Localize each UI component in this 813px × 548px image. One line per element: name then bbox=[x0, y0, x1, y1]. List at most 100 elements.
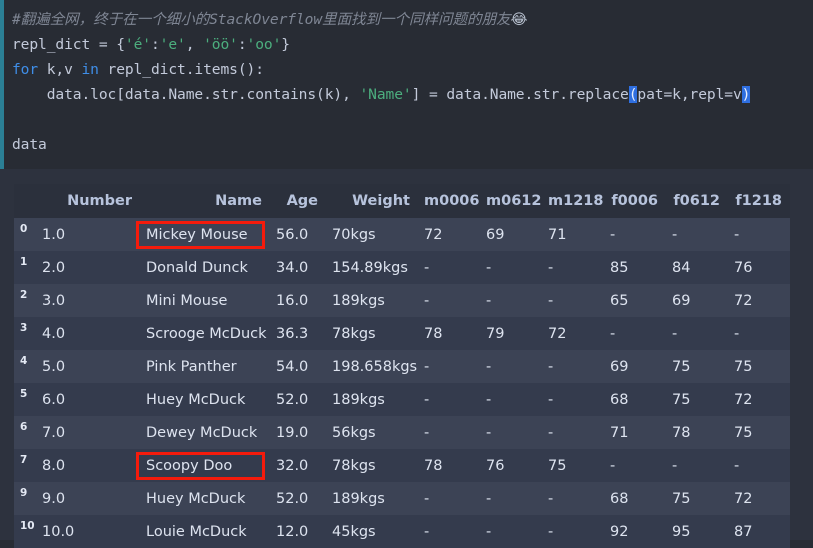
column-header-f0006: f0006 bbox=[611, 193, 658, 209]
column-header-m1218: m1218 bbox=[548, 193, 604, 209]
cell-f0612: - bbox=[672, 457, 678, 474]
table-row: 3 4.0 Scrooge McDuck 36.3 78kgs 78 79 72 - - - bbox=[14, 317, 790, 350]
cell-f0612: 75 bbox=[672, 391, 691, 408]
cell-m0612: - bbox=[486, 259, 492, 276]
cell-age: 34.0 bbox=[276, 259, 309, 276]
notebook-code-cell[interactable]: #翻遍全网，终于在一个细小的StackOverflow里面找到一个同样问题的朋友… bbox=[0, 0, 813, 169]
cell-f1218: 75 bbox=[734, 358, 753, 375]
row-index-cell: 0 bbox=[20, 223, 28, 235]
cell-number: 5.0 bbox=[42, 358, 66, 375]
code-token-string: 'e' bbox=[159, 36, 186, 53]
cell-name: Huey McDuck bbox=[146, 391, 246, 408]
cell-f1218: - bbox=[734, 226, 740, 243]
cell-name-highlighted: Scoopy Doo bbox=[136, 449, 270, 482]
cell-f0612: 75 bbox=[672, 490, 691, 507]
row-index-cell: 10 bbox=[20, 520, 35, 532]
cell-m0006: - bbox=[424, 259, 430, 276]
cell-weight: 189kgs bbox=[332, 391, 385, 408]
cell-f1218: 72 bbox=[734, 490, 753, 507]
cell-age: 56.0 bbox=[276, 226, 309, 243]
cell-f0612: - bbox=[672, 325, 678, 342]
code-token-plain: k,v bbox=[38, 61, 82, 78]
table-row: 2 3.0 Mini Mouse 16.0 189kgs - - - 65 69 72 bbox=[14, 284, 790, 317]
row-index-cell: 5 bbox=[20, 388, 28, 400]
cell-weight: 189kgs bbox=[332, 490, 385, 507]
cell-m1218: 72 bbox=[548, 325, 567, 342]
cell-m0006: - bbox=[424, 523, 430, 540]
cell-number: 3.0 bbox=[42, 292, 66, 309]
cell-m1218: 75 bbox=[548, 457, 567, 474]
cell-weight: 154.89kgs bbox=[332, 259, 408, 276]
cell-m1218: 71 bbox=[548, 226, 567, 243]
cell-m0006: 78 bbox=[424, 325, 443, 342]
cell-weight: 56kgs bbox=[332, 424, 376, 441]
table-row: 4 5.0 Pink Panther 54.0 198.658kgs - - -69 75 75 bbox=[14, 350, 790, 383]
line-repl-dict[interactable]: repl_dict = {'é':'e', 'öö':'oo'} bbox=[12, 32, 813, 57]
dataframe-table: Number Name Age Weight m0006 m0612 m1218 f0006 f… bbox=[14, 184, 790, 548]
line-data[interactable]: data bbox=[12, 132, 813, 157]
table-row: 0 1.0 Mickey Mouse 56.0 70kgs 72 69 71 - - - bbox=[14, 218, 790, 251]
cell-age: 32.0 bbox=[276, 457, 309, 474]
cell-m0612: - bbox=[486, 292, 492, 309]
cell-m1218: - bbox=[548, 523, 554, 540]
cell-number: 1.0 bbox=[42, 226, 66, 243]
cell-f0612: 75 bbox=[672, 358, 691, 375]
cell-f0612: - bbox=[672, 226, 678, 243]
line-blank[interactable] bbox=[12, 107, 813, 132]
cell-weight: 78kgs bbox=[332, 457, 376, 474]
cell-m0006: 72 bbox=[424, 226, 443, 243]
cell-m0612: - bbox=[486, 358, 492, 375]
cell-number: 10.0 bbox=[42, 523, 75, 540]
cell-f0006: 69 bbox=[610, 358, 629, 375]
table-row: 7 8.0 Scoopy Doo 32.0 78kgs 78 76 75 - - - bbox=[14, 449, 790, 482]
column-header-f1218: f1218 bbox=[735, 193, 782, 209]
cell-m0612: 79 bbox=[486, 325, 505, 342]
table-body: 0 1.0 Mickey Mouse 56.0 70kgs 72 69 71- - -1 2.0 Do… bbox=[14, 218, 790, 548]
table-row: 9 9.0 Huey McDuck 52.0 189kgs - - - 68 75 72 bbox=[14, 482, 790, 515]
code-token-string: 'oo' bbox=[246, 36, 282, 53]
row-index-cell: 3 bbox=[20, 322, 28, 334]
column-header-m0612: m0612 bbox=[486, 193, 542, 209]
table-row: 6 7.0 Dewey McDuck 19.0 56kgs - - - 71 78 75 bbox=[14, 416, 790, 449]
code-cell-accent-bar bbox=[0, 0, 4, 169]
code-token-plain: pat=k,repl=v bbox=[637, 86, 742, 103]
code-token-plain: data.loc[data.Name.str.contains(k), bbox=[12, 86, 360, 103]
cell-f0006: - bbox=[610, 457, 616, 474]
cell-f0006: 68 bbox=[610, 490, 629, 507]
cell-weight: 45kgs bbox=[332, 523, 376, 540]
column-header-name: Name bbox=[215, 193, 262, 209]
line-comment[interactable]: #翻遍全网，终于在一个细小的StackOverflow里面找到一个同样问题的朋友… bbox=[12, 7, 813, 32]
cell-f0006: 71 bbox=[610, 424, 629, 441]
cell-m0006: - bbox=[424, 490, 430, 507]
cell-m0006: - bbox=[424, 292, 430, 309]
cell-f0006: 68 bbox=[610, 391, 629, 408]
code-token-plain: ] = data.Name.str.replace bbox=[411, 86, 629, 103]
cell-f1218: - bbox=[734, 457, 740, 474]
code-token-comment: #翻遍全网，终于在一个细小的StackOverflow里面找到一个同样问题的朋友 bbox=[12, 11, 511, 28]
cell-m1218: - bbox=[548, 424, 554, 441]
line-for[interactable]: for k,v in repl_dict.items(): bbox=[12, 57, 813, 82]
cell-f1218: - bbox=[734, 325, 740, 342]
cell-number: 7.0 bbox=[42, 424, 66, 441]
code-token-string: 'Name' bbox=[359, 86, 412, 103]
line-loc-replace[interactable]: data.loc[data.Name.str.contains(k), 'Nam… bbox=[12, 82, 813, 107]
code-token-string: 'öö' bbox=[203, 36, 238, 53]
row-index-cell: 6 bbox=[20, 421, 28, 433]
code-token-plain: repl_dict = { bbox=[12, 36, 125, 53]
cell-m1218: - bbox=[548, 358, 554, 375]
code-token-keyword: for bbox=[12, 61, 39, 78]
code-editor-area[interactable]: #翻遍全网，终于在一个细小的StackOverflow里面找到一个同样问题的朋友… bbox=[12, 0, 813, 169]
cell-f1218: 72 bbox=[734, 292, 753, 309]
cell-m1218: - bbox=[548, 292, 554, 309]
row-index-cell: 9 bbox=[20, 487, 28, 499]
code-token-plain: repl_dict.items(): bbox=[98, 61, 264, 78]
cell-name: Louie McDuck bbox=[146, 523, 247, 540]
cell-name: Scrooge McDuck bbox=[146, 325, 267, 342]
cell-m0006: - bbox=[424, 391, 430, 408]
cell-number: 2.0 bbox=[42, 259, 66, 276]
cell-weight: 78kgs bbox=[332, 325, 376, 342]
cell-m1218: - bbox=[548, 259, 554, 276]
cell-age: 12.0 bbox=[276, 523, 309, 540]
cell-number: 9.0 bbox=[42, 490, 66, 507]
cell-f0006: - bbox=[610, 325, 616, 342]
